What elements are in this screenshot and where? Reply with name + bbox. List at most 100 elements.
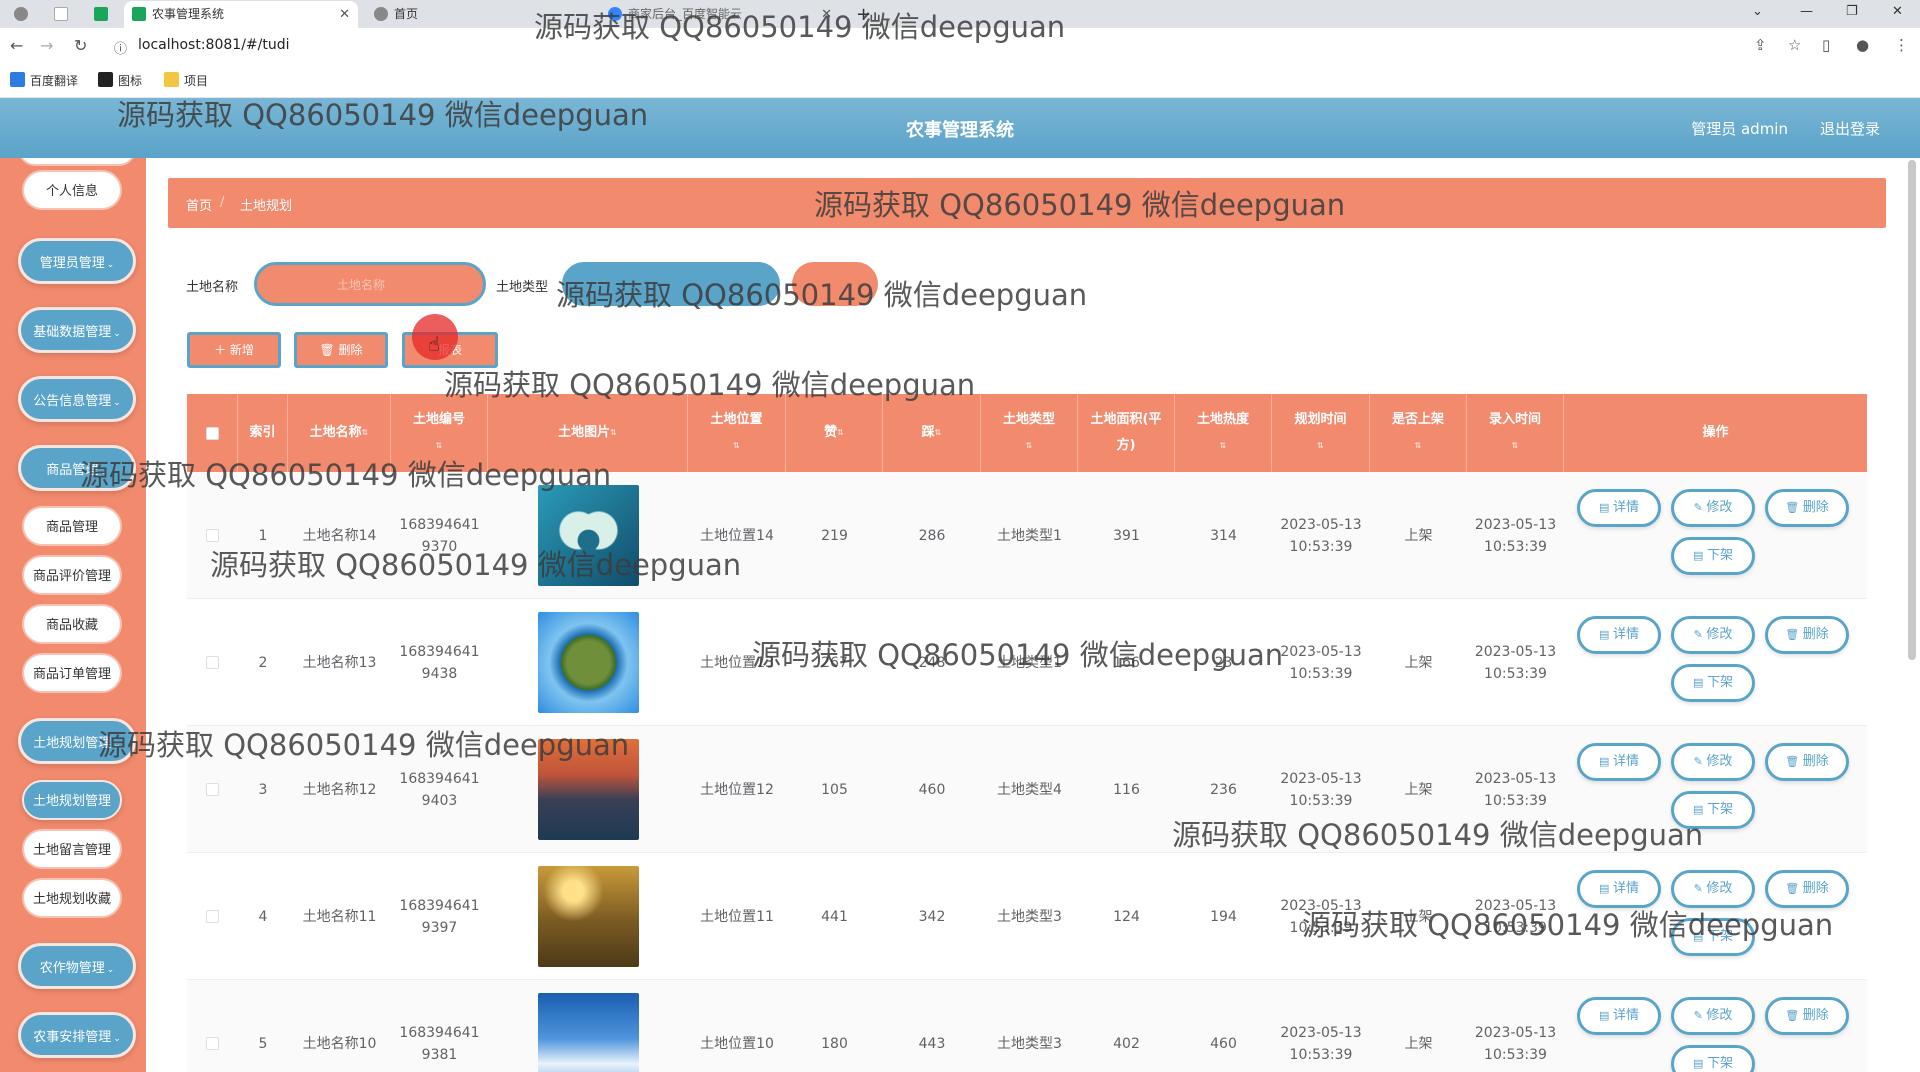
header-code[interactable]: 土地编号 ⇅ xyxy=(391,394,488,472)
bookmark-project[interactable]: 项目 xyxy=(164,72,208,89)
page-scrollbar[interactable] xyxy=(1908,160,1916,660)
header-area[interactable]: 土地面积(平方) xyxy=(1078,394,1175,472)
header-type[interactable]: 土地类型 ⇅ xyxy=(981,394,1078,472)
delete-button[interactable]: 🗑 删除 xyxy=(294,332,388,368)
close-window-icon[interactable]: ✕ xyxy=(1892,0,1903,24)
sidebar-item-notice[interactable]: 公告信息管理 ⌄ xyxy=(18,376,136,422)
sidebar-subitem-goods-review[interactable]: 商品评价管理 xyxy=(22,555,122,595)
header-down[interactable]: 踩 ⇅ xyxy=(883,394,981,472)
header-image[interactable]: 土地图片 ⇅ xyxy=(488,394,688,472)
header-location[interactable]: 土地位置 ⇅ xyxy=(688,394,786,472)
sort-icon[interactable]: ⇅ xyxy=(362,420,369,446)
row-delete-button[interactable]: 🗑 删除 xyxy=(1765,616,1849,654)
sidebar-item-partial[interactable] xyxy=(18,158,136,166)
sort-icon[interactable]: ⇅ xyxy=(1026,433,1033,459)
detail-button[interactable]: ▤ 详情 xyxy=(1577,743,1661,781)
edit-button[interactable]: ✎ 修改 xyxy=(1671,997,1755,1035)
restore-icon[interactable]: ❐ xyxy=(1846,0,1858,24)
add-button[interactable]: ＋ 新增 xyxy=(187,332,281,368)
checkbox[interactable] xyxy=(206,910,219,923)
detail-button[interactable]: ▤ 详情 xyxy=(1577,870,1661,908)
back-icon[interactable]: ← xyxy=(10,36,23,55)
url-field[interactable]: localhost:8081/#/tudi xyxy=(138,37,290,53)
edit-button[interactable]: ✎ 修改 xyxy=(1671,489,1755,527)
unlist-button[interactable]: ▤ 下架 xyxy=(1671,918,1755,956)
sidebar-item-admin[interactable]: 管理员管理 ⌄ xyxy=(18,238,136,284)
menu-icon[interactable]: ⋮ xyxy=(1894,36,1909,54)
browser-tab-home[interactable]: 首页 xyxy=(366,1,586,28)
header-up[interactable]: 赞 ⇅ xyxy=(786,394,883,472)
unlist-button[interactable]: ▤ 下架 xyxy=(1671,791,1755,829)
checkbox[interactable] xyxy=(206,1037,219,1050)
header-listed[interactable]: 是否上架 ⇅ xyxy=(1370,394,1467,472)
edit-button[interactable]: ✎ 修改 xyxy=(1671,743,1755,781)
checkbox[interactable] xyxy=(206,783,219,796)
header-name[interactable]: 土地名称 ⇅ xyxy=(288,394,391,472)
sidepanel-icon[interactable]: ▯ xyxy=(1822,36,1830,54)
detail-button[interactable]: ▤ 详情 xyxy=(1577,616,1661,654)
detail-button[interactable]: ▤ 详情 xyxy=(1577,997,1661,1035)
minimize-icon[interactable]: — xyxy=(1800,0,1813,24)
row-delete-button[interactable]: 🗑 删除 xyxy=(1765,870,1849,908)
header-heat[interactable]: 土地热度 ⇅ xyxy=(1175,394,1272,472)
share-icon[interactable]: ⇪ xyxy=(1754,36,1767,54)
sort-icon[interactable]: ⇅ xyxy=(436,433,443,459)
sidebar-subitem-goods-order[interactable]: 商品订单管理 xyxy=(22,653,122,693)
checkbox[interactable] xyxy=(206,656,219,669)
bookmark-icons[interactable]: 图标 xyxy=(98,72,142,89)
land-image[interactable] xyxy=(537,612,639,713)
sort-icon[interactable]: ⇅ xyxy=(935,420,942,446)
browser-tab-baidu[interactable]: 商家后台_百度智能云 ✕ xyxy=(600,1,840,28)
edit-button[interactable]: ✎ 修改 xyxy=(1671,616,1755,654)
land-image[interactable] xyxy=(537,485,639,586)
unlist-button[interactable]: ▤ 下架 xyxy=(1671,537,1755,575)
sidebar-subitem-land-message[interactable]: 土地留言管理 xyxy=(22,829,122,869)
sidebar-item-schedule[interactable]: 农事安排管理 ⌄ xyxy=(18,1012,136,1058)
breadcrumb-home[interactable]: 首页 xyxy=(186,195,212,214)
checkbox[interactable] xyxy=(206,529,219,542)
sort-icon[interactable]: ⇅ xyxy=(1415,433,1422,459)
sidebar-item-basedata[interactable]: 基础数据管理 ⌄ xyxy=(18,307,136,353)
unlist-button[interactable]: ▤ 下架 xyxy=(1671,1045,1755,1072)
filter-name-input[interactable]: 土地名称 xyxy=(254,262,486,306)
sidebar-item-profile[interactable]: 个人信息 xyxy=(22,170,122,210)
browser-tab-icon[interactable] xyxy=(46,1,76,28)
header-entry-time[interactable]: 录入时间 ⇅ xyxy=(1467,394,1564,472)
bookmark-baidu-translate[interactable]: 百度翻译 xyxy=(10,72,78,89)
sidebar-item-goods[interactable]: 商品管理 ⌄ xyxy=(18,445,136,491)
sidebar-subitem-land-active[interactable]: 土地规划管理 xyxy=(22,780,122,820)
browser-tab-icon[interactable] xyxy=(86,1,116,28)
header-plan-time[interactable]: 规划时间 ⇅ xyxy=(1272,394,1370,472)
close-tab-icon[interactable]: ✕ xyxy=(339,1,350,28)
browser-tab-icon[interactable] xyxy=(6,1,36,28)
filter-type-select[interactable] xyxy=(562,262,780,306)
row-delete-button[interactable]: 🗑 删除 xyxy=(1765,489,1849,527)
logout-button[interactable]: 退出登录 xyxy=(1820,118,1880,139)
sidebar-item-land[interactable]: 土地规划管理 ⌄ xyxy=(18,718,136,764)
sort-icon[interactable]: ⇅ xyxy=(733,433,740,459)
star-icon[interactable]: ☆ xyxy=(1788,36,1801,54)
browser-tab-active[interactable]: 农事管理系统 ✕ xyxy=(124,1,358,28)
profile-icon[interactable]: ● xyxy=(1856,36,1869,54)
sidebar-subitem-land-fav[interactable]: 土地规划收藏 xyxy=(22,878,122,918)
sort-icon[interactable]: ⇅ xyxy=(1220,433,1227,459)
forward-icon[interactable]: → xyxy=(40,36,53,55)
row-delete-button[interactable]: 🗑 删除 xyxy=(1765,743,1849,781)
header-select-all[interactable] xyxy=(187,394,238,472)
new-tab-button[interactable]: + xyxy=(852,1,876,28)
sidebar-subitem-goods[interactable]: 商品管理 xyxy=(22,506,122,546)
land-image[interactable] xyxy=(537,739,639,840)
reload-icon[interactable]: ↻ xyxy=(74,36,87,55)
row-delete-button[interactable]: 🗑 删除 xyxy=(1765,997,1849,1035)
checkbox[interactable] xyxy=(205,426,219,440)
sort-icon[interactable]: ⇅ xyxy=(1317,433,1324,459)
edit-button[interactable]: ✎ 修改 xyxy=(1671,870,1755,908)
detail-button[interactable]: ▤ 详情 xyxy=(1577,489,1661,527)
sort-icon[interactable]: ⇅ xyxy=(610,420,617,446)
unlist-button[interactable]: ▤ 下架 xyxy=(1671,664,1755,702)
search-button[interactable] xyxy=(792,262,878,306)
land-image[interactable] xyxy=(537,866,639,967)
sort-icon[interactable]: ⇅ xyxy=(1512,433,1519,459)
tab-search-icon[interactable]: ⌄ xyxy=(1752,0,1763,24)
sort-icon[interactable]: ⇅ xyxy=(837,420,844,446)
